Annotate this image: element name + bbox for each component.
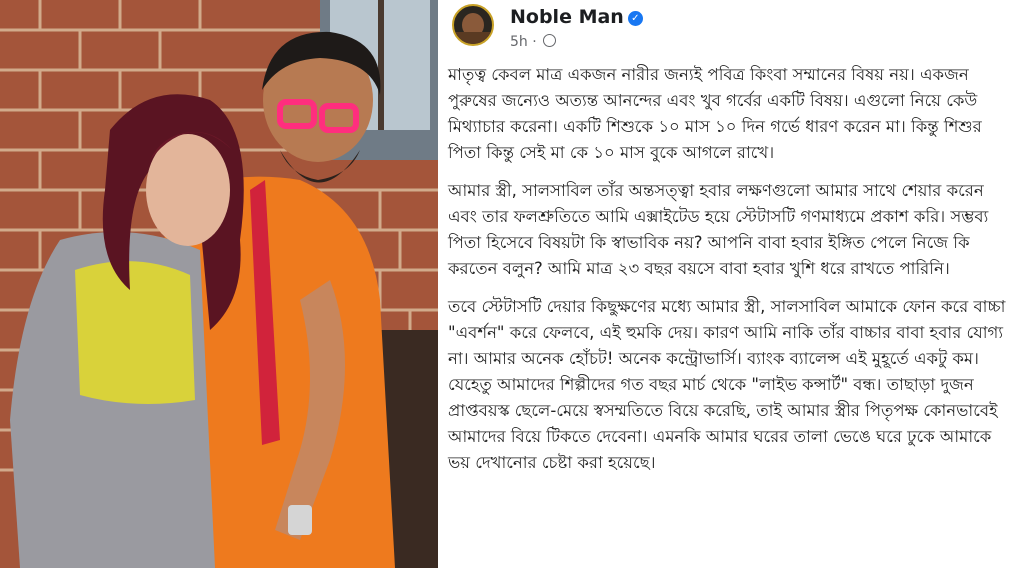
post-paragraph: মাতৃত্ব কেবল মাত্র একজন নারীর জন্যই পবিত… [448, 65, 982, 162]
post-paragraph: তবে স্টেটাসটি দেয়ার কিছুক্ষণের মধ্যে আম… [448, 297, 1006, 472]
globe-icon [543, 34, 557, 47]
verified-badge-icon: ✓ [627, 11, 643, 26]
couple-photo [0, 0, 438, 568]
author-name-text[interactable]: Noble Man [510, 6, 624, 28]
author-avatar[interactable] [452, 4, 494, 46]
post-time[interactable]: 5h [510, 34, 528, 50]
post-body: মাতৃত্ব কেবল মাত্র একজন নারীর জন্যই পবিত… [448, 62, 1014, 488]
post-meta: 5h · [510, 34, 557, 50]
facebook-post: Noble Man ✓ 5h · মাতৃত্ব কেবল মাত্র একজন … [440, 0, 1024, 568]
author-name[interactable]: Noble Man ✓ [510, 6, 643, 28]
post-paragraph: আমার স্ত্রী, সালসাবিল তাঁর অন্তসত্ত্বা হ… [448, 181, 989, 278]
meta-separator: · [532, 34, 537, 50]
